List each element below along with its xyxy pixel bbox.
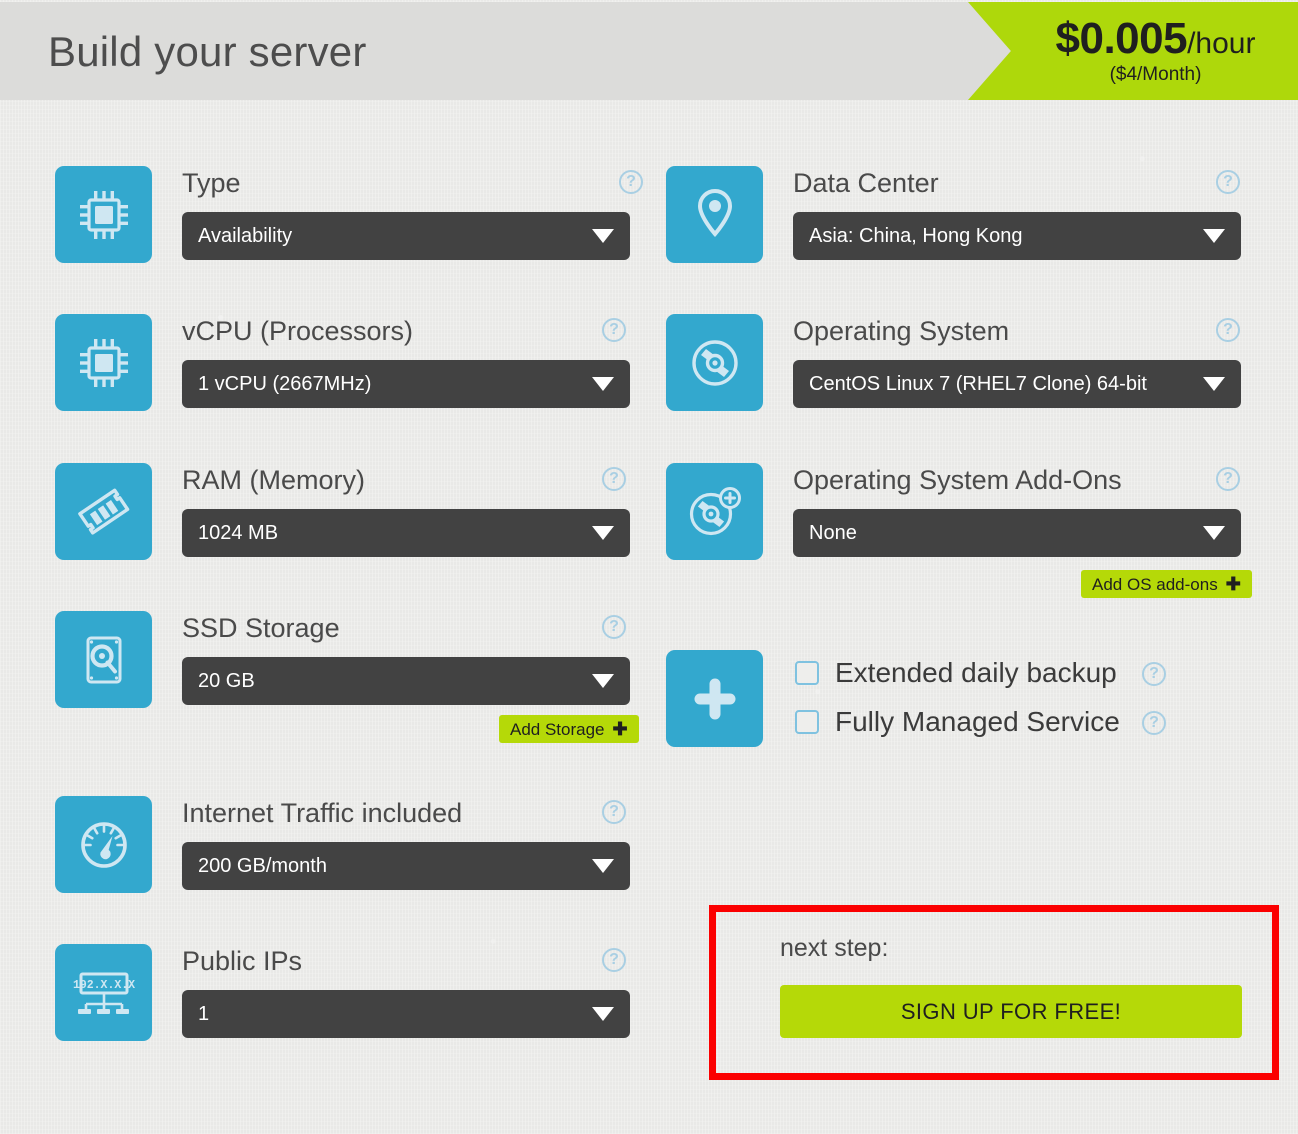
checkbox-row-managed-service[interactable]: Fully Managed Service: [795, 708, 1120, 736]
network-ip-icon-text: 192.X.X.X: [73, 979, 135, 992]
help-icon-os-addons[interactable]: ?: [1216, 467, 1240, 491]
sign-up-button[interactable]: SIGN UP FOR FREE!: [780, 985, 1242, 1038]
disc-icon: [666, 314, 763, 411]
help-icon-data-center[interactable]: ?: [1216, 170, 1240, 194]
field-vcpu: vCPU (Processors) ? 1 vCPU (2667MHz): [55, 314, 630, 414]
add-storage-button[interactable]: Add Storage ✚: [499, 715, 639, 743]
select-os-addons-value: None: [809, 521, 857, 544]
select-ram-value: 1024 MB: [198, 521, 279, 544]
price-main: $0.005/hour: [1023, 14, 1288, 64]
field-label-vcpu: vCPU (Processors): [182, 316, 414, 346]
field-label-type: Type: [182, 168, 241, 198]
field-internet-traffic: Internet Traffic included ? 200 GB/month: [55, 796, 630, 896]
add-os-addons-button[interactable]: Add OS add-ons ✚: [1081, 570, 1252, 598]
price-monthly: ($4/Month): [1109, 64, 1202, 85]
help-icon-ram[interactable]: ?: [602, 467, 626, 491]
field-label-ssd-storage: SSD Storage: [182, 613, 340, 643]
ram-stick-icon: [55, 463, 152, 560]
select-data-center-value: Asia: China, Hong Kong: [809, 224, 1023, 247]
select-ram[interactable]: 1024 MB: [182, 509, 630, 557]
speedometer-icon: [55, 796, 152, 893]
help-icon-internet-traffic[interactable]: ?: [602, 800, 626, 824]
select-ssd-storage-value: 20 GB: [198, 669, 255, 692]
chevron-down-icon: [1203, 526, 1225, 540]
select-internet-traffic[interactable]: 200 GB/month: [182, 842, 630, 890]
field-operating-system: Operating System ? CentOS Linux 7 (RHEL7…: [666, 314, 1241, 414]
field-ram: RAM (Memory) ? 1024 MB: [55, 463, 630, 563]
page-title: Build your server: [48, 28, 367, 75]
help-icon-type[interactable]: ?: [619, 170, 643, 194]
field-label-internet-traffic: Internet Traffic included: [182, 798, 463, 828]
help-icon-operating-system[interactable]: ?: [1216, 318, 1240, 342]
chevron-down-icon: [592, 674, 614, 688]
field-label-operating-system: Operating System: [793, 316, 1010, 346]
field-ssd-storage: SSD Storage ? 20 GB Add Storage ✚: [55, 611, 639, 751]
select-operating-system[interactable]: CentOS Linux 7 (RHEL7 Clone) 64-bit: [793, 360, 1241, 408]
plus-icon: ✚: [612, 719, 628, 739]
select-ssd-storage[interactable]: 20 GB: [182, 657, 630, 705]
price-banner: $0.005/hour ($4/Month): [968, 2, 1298, 100]
field-label-os-addons: Operating System Add-Ons: [793, 465, 1122, 495]
select-type-value: Availability: [198, 224, 293, 247]
checkbox-row-extended-backup[interactable]: Extended daily backup: [795, 659, 1117, 687]
field-label-ram: RAM (Memory): [182, 465, 365, 495]
chevron-down-icon: [592, 526, 614, 540]
help-icon-vcpu[interactable]: ?: [602, 318, 626, 342]
next-step-label: next step:: [780, 934, 889, 962]
field-public-ips: 192.X.X.X Public IPs ? 1: [55, 944, 630, 1044]
map-pin-icon: [666, 166, 763, 263]
checkbox-managed-service[interactable]: [795, 710, 819, 734]
select-operating-system-value: CentOS Linux 7 (RHEL7 Clone) 64-bit: [809, 372, 1147, 395]
select-public-ips-value: 1: [198, 1002, 210, 1025]
price-amount: $0.005: [1055, 14, 1188, 63]
add-storage-button-label: Add Storage: [510, 719, 605, 739]
select-data-center[interactable]: Asia: China, Hong Kong: [793, 212, 1241, 260]
add-os-addons-button-label: Add OS add-ons: [1092, 574, 1218, 594]
network-ip-icon: 192.X.X.X: [55, 944, 152, 1041]
help-icon-managed-service[interactable]: ?: [1142, 711, 1166, 735]
checkbox-label-managed-service: Fully Managed Service: [835, 706, 1120, 737]
plus-icon: ✚: [1225, 574, 1241, 594]
chevron-down-icon: [592, 859, 614, 873]
chevron-down-icon: [592, 377, 614, 391]
field-label-data-center: Data Center: [793, 168, 939, 198]
select-type[interactable]: Availability: [182, 212, 630, 260]
select-vcpu-value: 1 vCPU (2667MHz): [198, 372, 372, 395]
field-data-center: Data Center ? Asia: China, Hong Kong: [666, 166, 1241, 266]
price-unit: /hour: [1187, 27, 1256, 60]
select-public-ips[interactable]: 1: [182, 990, 630, 1038]
cpu-chip-icon: [55, 314, 152, 411]
select-vcpu[interactable]: 1 vCPU (2667MHz): [182, 360, 630, 408]
hard-drive-icon: [55, 611, 152, 708]
chevron-down-icon: [592, 229, 614, 243]
plus-icon: [666, 650, 763, 747]
help-icon-public-ips[interactable]: ?: [602, 948, 626, 972]
help-icon-extended-backup[interactable]: ?: [1142, 662, 1166, 686]
cpu-chip-icon: [55, 166, 152, 263]
chevron-down-icon: [1203, 377, 1225, 391]
field-type: Type ? Availability: [55, 166, 643, 266]
help-icon-ssd-storage[interactable]: ?: [602, 615, 626, 639]
chevron-down-icon: [1203, 229, 1225, 243]
disc-plus-icon: [666, 463, 763, 560]
checkbox-extended-backup[interactable]: [795, 661, 819, 685]
field-extras: Extended daily backup ? Fully Managed Se…: [666, 650, 1206, 750]
select-internet-traffic-value: 200 GB/month: [198, 854, 327, 877]
chevron-down-icon: [592, 1007, 614, 1021]
checkbox-label-extended-backup: Extended daily backup: [835, 657, 1117, 688]
select-os-addons[interactable]: None: [793, 509, 1241, 557]
field-label-public-ips: Public IPs: [182, 946, 303, 976]
field-os-addons: Operating System Add-Ons ? None Add OS a…: [666, 463, 1252, 603]
